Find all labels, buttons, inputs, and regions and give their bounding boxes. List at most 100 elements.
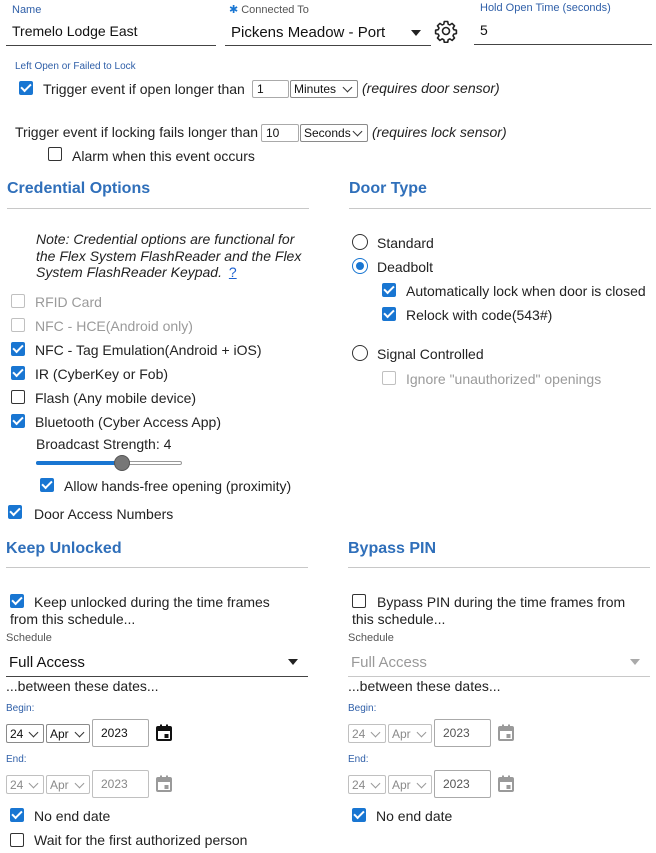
bypass-end-month-select[interactable]: Apr (388, 775, 432, 794)
bypass-end-day-value: 24 (352, 777, 366, 792)
keep-schedule-select[interactable]: Full Access (6, 648, 308, 677)
keep-unlocked-heading: Keep Unlocked (6, 540, 122, 557)
calendar-icon[interactable] (498, 775, 514, 792)
bypass-schedule-value: Full Access (351, 653, 427, 671)
handsfree-checkbox[interactable] (40, 478, 54, 492)
keep-begin-day-select[interactable]: 24 (6, 724, 44, 743)
rfid-checkbox[interactable] (11, 294, 25, 308)
connected-to-select[interactable]: Pickens Meadow - Port (225, 20, 431, 46)
door-access-numbers-checkbox[interactable] (8, 505, 22, 519)
trigger-lock-note: (requires lock sensor) (372, 124, 507, 140)
keep-begin-month-select[interactable]: Apr (46, 724, 90, 743)
dropdown-arrow-icon (288, 659, 298, 665)
relock-checkbox[interactable] (382, 307, 396, 321)
bypass-no-end-label: No end date (376, 808, 453, 824)
nfc-tag-label: NFC - Tag Emulation(Android + iOS) (35, 342, 262, 358)
bypass-schedule-label: Schedule (348, 632, 394, 644)
ir-label: IR (CyberKey or Fob) (35, 366, 169, 382)
divider (349, 208, 651, 209)
chevron-down-icon (28, 727, 39, 737)
trigger-open-value-input[interactable]: 1 (252, 80, 289, 98)
rfid-label: RFID Card (35, 294, 102, 310)
trigger-lock-unit-value: Seconds (304, 126, 351, 140)
keep-begin-label: Begin: (6, 703, 35, 714)
divider (348, 567, 650, 568)
bypass-schedule-select[interactable]: Full Access (348, 648, 650, 677)
credential-note: Note: Credential options are functional … (36, 231, 312, 281)
bluetooth-checkbox[interactable] (11, 414, 25, 428)
bypass-no-end-checkbox[interactable] (352, 808, 366, 822)
dropdown-arrow-icon (630, 659, 640, 665)
door-access-numbers-label: Door Access Numbers (34, 506, 174, 522)
nfc-tag-checkbox[interactable] (11, 342, 25, 356)
alarm-checkbox[interactable] (48, 147, 62, 161)
chevron-down-icon (342, 82, 353, 93)
trigger-open-unit-select[interactable]: Minutes (290, 80, 358, 98)
deadbolt-radio[interactable] (352, 258, 368, 274)
trigger-open-checkbox[interactable] (19, 81, 33, 95)
trigger-lock-unit-select[interactable]: Seconds (300, 124, 368, 142)
bypass-text-2: this schedule... (352, 611, 446, 627)
deadbolt-label: Deadbolt (377, 259, 434, 275)
keep-no-end-label: No end date (34, 808, 111, 824)
relock-label: Relock with code(543#) (406, 307, 553, 323)
name-input[interactable]: Tremelo Lodge East (6, 20, 216, 46)
keep-end-month-value: Apr (50, 777, 69, 792)
nfc-hce-checkbox[interactable] (11, 318, 25, 332)
keep-begin-year-input[interactable]: 2023 (92, 719, 149, 747)
keep-end-day-value: 24 (10, 777, 24, 792)
keep-end-day-select[interactable]: 24 (6, 775, 44, 794)
calendar-icon[interactable] (498, 724, 514, 741)
ir-checkbox[interactable] (11, 366, 25, 380)
left-open-section-label: Left Open or Failed to Lock (15, 61, 136, 72)
ignore-unauthorized-label: Ignore "unauthorized" openings (406, 371, 602, 387)
bypass-begin-month-value: Apr (392, 726, 411, 741)
trigger-open-note: (requires door sensor) (362, 80, 500, 96)
connected-to-label: Connected To (241, 3, 309, 16)
chevron-down-icon (370, 727, 381, 737)
gear-small-icon: ✱ (229, 4, 239, 16)
bypass-begin-label: Begin: (348, 703, 377, 714)
calendar-icon[interactable] (156, 775, 172, 792)
trigger-open-text: Trigger event if open longer than (43, 81, 245, 97)
help-link[interactable]: ? (229, 264, 237, 280)
bypass-end-month-value: Apr (392, 777, 411, 792)
bypass-end-day-select[interactable]: 24 (348, 775, 386, 794)
broadcast-strength-slider[interactable] (36, 455, 182, 471)
trigger-open-unit-value: Minutes (294, 82, 337, 96)
wait-first-checkbox[interactable] (10, 833, 24, 847)
name-label: Name (12, 4, 42, 16)
chevron-down-icon (370, 778, 381, 788)
bypass-begin-month-select[interactable]: Apr (388, 724, 432, 743)
trigger-lock-value-input[interactable]: 10 (261, 124, 299, 142)
bypass-begin-day-value: 24 (352, 726, 366, 741)
keep-begin-day-value: 24 (10, 726, 24, 741)
signal-controlled-radio[interactable] (352, 345, 368, 361)
bypass-begin-year-input[interactable]: 2023 (434, 719, 491, 747)
connected-to-label-group: ✱ Connected To (229, 3, 309, 17)
calendar-icon[interactable] (156, 724, 172, 741)
flash-checkbox[interactable] (11, 390, 25, 404)
gear-icon[interactable] (434, 19, 458, 44)
auto-lock-checkbox[interactable] (382, 283, 396, 297)
handsfree-label: Allow hands-free opening (proximity) (64, 478, 292, 494)
keep-schedule-value: Full Access (9, 653, 85, 671)
chevron-down-icon (416, 778, 427, 788)
bluetooth-label: Bluetooth (Cyber Access App) (35, 414, 221, 430)
ignore-unauthorized-checkbox[interactable] (382, 371, 396, 385)
hold-open-input[interactable]: 5 (474, 18, 652, 45)
bypass-end-year-input[interactable]: 2023 (434, 770, 491, 798)
bypass-pin-checkbox[interactable] (352, 594, 366, 608)
chevron-down-icon (28, 778, 39, 788)
keep-end-year-input[interactable]: 2023 (92, 770, 149, 798)
slider-thumb[interactable] (114, 455, 130, 471)
bypass-pin-heading: Bypass PIN (348, 540, 437, 557)
keep-begin-month-value: Apr (50, 726, 69, 741)
standard-label: Standard (377, 235, 434, 251)
keep-unlocked-checkbox[interactable] (10, 594, 24, 608)
keep-no-end-checkbox[interactable] (10, 808, 24, 822)
keep-end-month-select[interactable]: Apr (46, 775, 90, 794)
flash-label: Flash (Any mobile device) (35, 390, 197, 406)
bypass-begin-day-select[interactable]: 24 (348, 724, 386, 743)
standard-radio[interactable] (352, 234, 368, 250)
